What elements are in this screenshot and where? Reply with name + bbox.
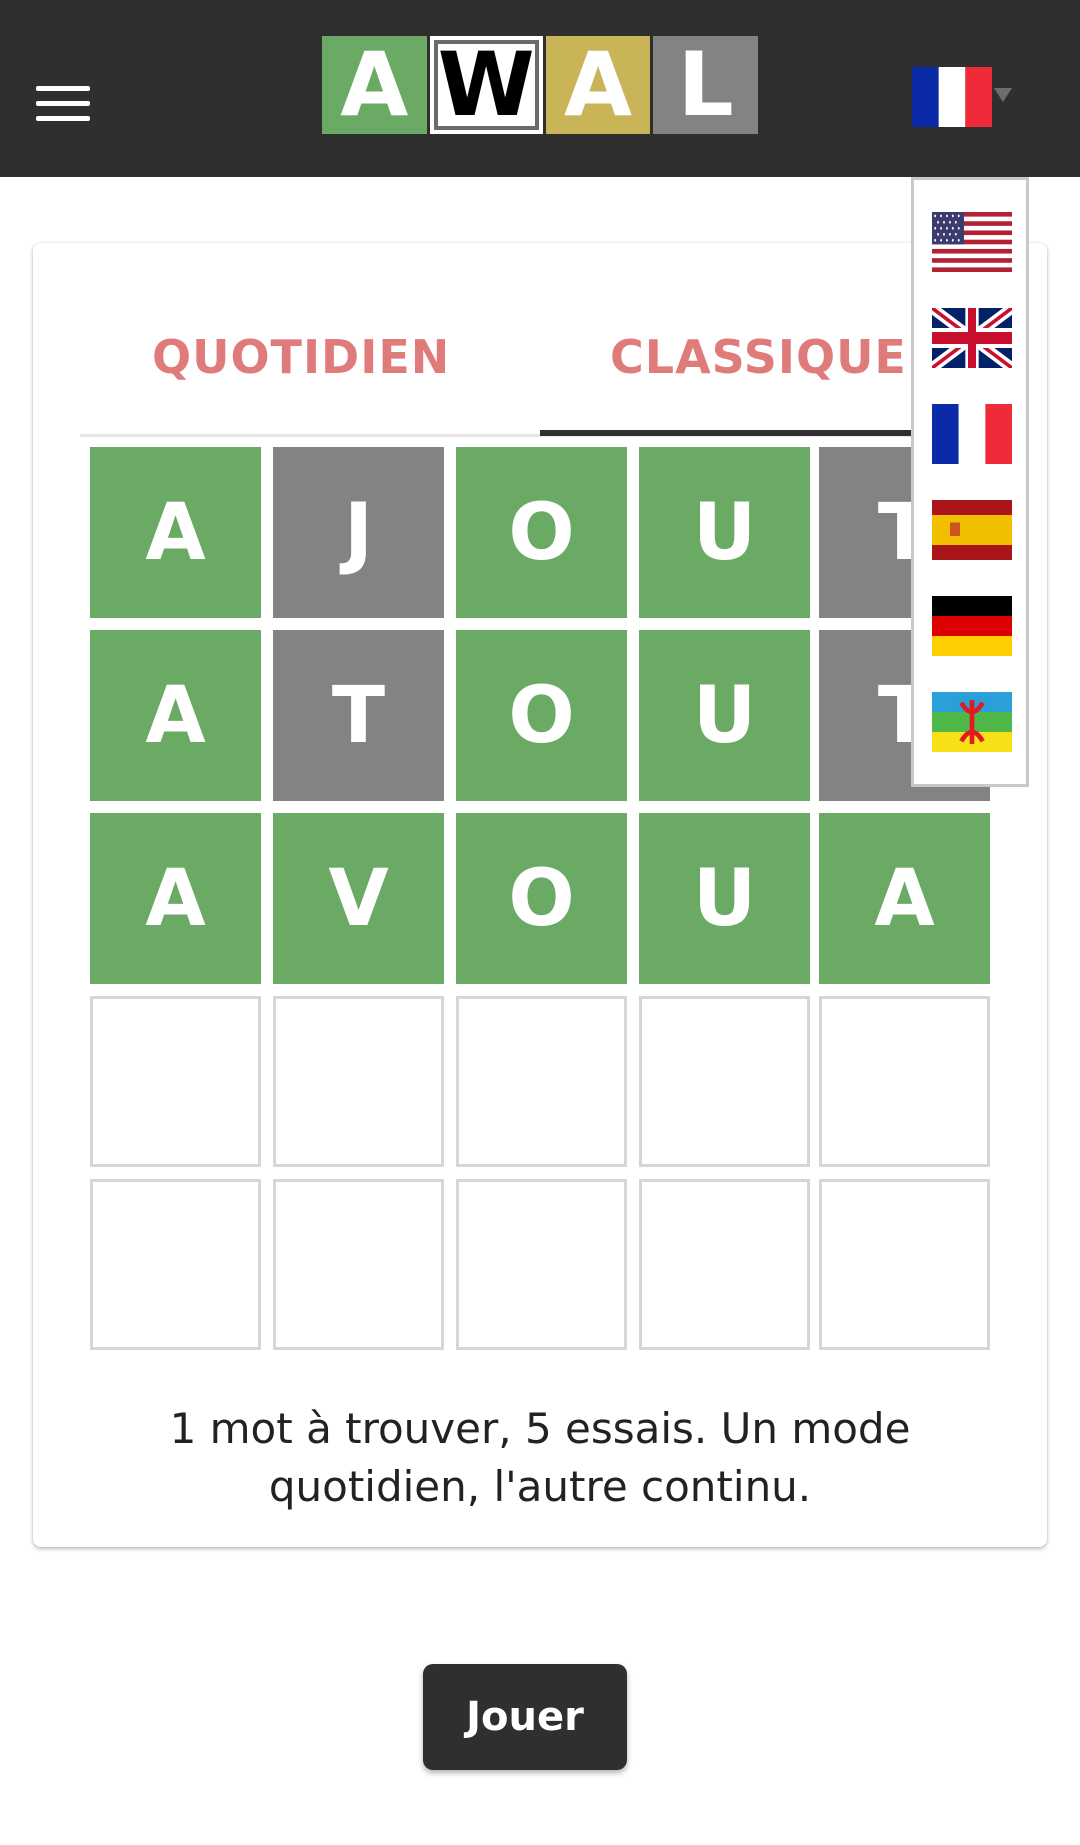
- language-dropdown: [911, 177, 1029, 787]
- board-cell-empty: [456, 996, 627, 1167]
- play-button[interactable]: Jouer: [423, 1664, 627, 1770]
- game-description: 1 mot à trouver, 5 essais. Un mode quoti…: [80, 1400, 1000, 1516]
- germany-flag-icon: [932, 596, 1012, 656]
- board-cell: O: [456, 630, 627, 801]
- hamburger-menu-icon[interactable]: [36, 86, 90, 122]
- language-option-german[interactable]: [932, 596, 1012, 656]
- language-option-french[interactable]: [932, 404, 1012, 464]
- top-bar: A W A L: [0, 0, 1080, 177]
- board-cell-empty: [273, 996, 444, 1167]
- tab-classique[interactable]: CLASSIQUE: [610, 330, 907, 384]
- language-option-english-us[interactable]: [932, 212, 1012, 272]
- board-cell-empty: [90, 996, 261, 1167]
- board-cell-empty: [90, 1179, 261, 1350]
- logo-tile-1: A: [322, 36, 427, 134]
- board-cell: J: [273, 447, 444, 618]
- board-cell: A: [90, 447, 261, 618]
- awal-logo[interactable]: A W A L: [322, 36, 758, 134]
- logo-tile-2: W: [429, 36, 543, 134]
- usa-flag-icon: [932, 212, 1012, 272]
- spain-flag-icon: [932, 500, 1012, 560]
- france-flag-icon: [912, 67, 992, 127]
- description-line-2: quotidien, l'autre continu.: [268, 1462, 812, 1511]
- mode-tabs: QUOTIDIEN CLASSIQUE: [80, 290, 1000, 436]
- france-flag-icon: [932, 404, 1012, 464]
- board-cell-empty: [456, 1179, 627, 1350]
- board-cell-empty: [639, 1179, 810, 1350]
- board-cell: U: [639, 447, 810, 618]
- board-cell-empty: [639, 996, 810, 1167]
- board-cell: U: [639, 813, 810, 984]
- amazigh-flag-icon: [932, 692, 1012, 752]
- board-cell: O: [456, 813, 627, 984]
- board-cell: V: [273, 813, 444, 984]
- language-option-spanish[interactable]: [932, 500, 1012, 560]
- board-cell: A: [819, 813, 990, 984]
- logo-tile-3: A: [545, 36, 651, 134]
- uk-flag-icon: [932, 308, 1012, 368]
- chevron-down-icon[interactable]: [994, 88, 1012, 102]
- board-cell: O: [456, 447, 627, 618]
- language-selector[interactable]: [912, 67, 992, 127]
- board-cell: T: [273, 630, 444, 801]
- description-line-1: 1 mot à trouver, 5 essais. Un mode: [169, 1404, 911, 1453]
- board-cell-empty: [819, 996, 990, 1167]
- language-option-amazigh[interactable]: [932, 692, 1012, 752]
- logo-tile-4: L: [653, 36, 758, 134]
- board-cell: A: [90, 813, 261, 984]
- board-cell-empty: [273, 1179, 444, 1350]
- language-option-english-uk[interactable]: [932, 308, 1012, 368]
- board-cell-empty: [819, 1179, 990, 1350]
- tab-quotidien[interactable]: QUOTIDIEN: [152, 330, 450, 384]
- board-cell: U: [639, 630, 810, 801]
- board-cell: A: [90, 630, 261, 801]
